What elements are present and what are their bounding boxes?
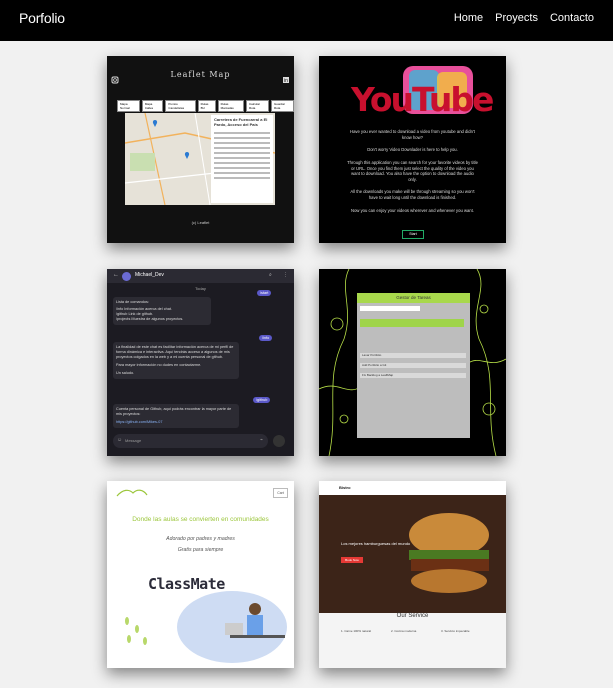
bot-message: Lista de comandos: /info Información ace… xyxy=(113,297,211,325)
project-card-task-manager[interactable]: Gestor de Tareas Lavar Portfolio Add Por… xyxy=(319,269,506,456)
restaurant-hero xyxy=(319,495,506,613)
leaflet-tab: Puntos Candelistas xyxy=(165,100,196,112)
bot-message: Cuenta personal de Github, aquí podrás e… xyxy=(113,404,239,428)
microphone-icon[interactable] xyxy=(273,435,285,447)
classmate-cart-button[interactable]: Cart xyxy=(273,488,288,498)
classmate-title: ClassMate xyxy=(148,575,225,593)
service-item: 1. Carne 100% natural xyxy=(341,629,372,633)
leaflet-tab: Rutas BU xyxy=(197,100,216,112)
restaurant-hero-text: Los mejores hamburguesas del mundo xyxy=(341,541,411,546)
project-card-classmate[interactable]: Cart Donde las aulas se convierten en co… xyxy=(107,481,294,668)
task-app-window: Gestor de Tareas Lavar Portfolio Add Por… xyxy=(357,293,470,438)
top-navbar: Porfolio Home Proyects Contacto xyxy=(0,0,613,41)
burger-photo xyxy=(319,495,506,613)
service-item: 2. Cocina moderna xyxy=(391,629,417,633)
bot-message-line: Cuenta personal de Github, aquí podrás e… xyxy=(116,407,232,416)
task-row[interactable]: Add Portfolio a Git xyxy=(360,363,466,368)
leaflet-tab: Calcular Ruta xyxy=(246,100,269,112)
bot-message-line: Lista de comandos: xyxy=(116,300,149,304)
bot-message-line: La finalidad de este chat es facilitar i… xyxy=(116,345,234,359)
task-row[interactable]: Lavar Portfolio xyxy=(360,353,466,358)
project-card-youtube-downloader[interactable]: YouTube Have you ever wanted to download… xyxy=(319,56,506,243)
leaflet-tab: Guardar Ruta xyxy=(271,100,294,112)
project-card-restaurant[interactable]: Bistro Los mejores hamburguesas del mund… xyxy=(319,481,506,668)
youtube-logo-text: YouTube xyxy=(351,80,494,119)
route-panel: Carretera de Fuencarral a El Pardo, Acce… xyxy=(211,115,273,203)
more-icon[interactable]: ⋮ xyxy=(283,272,288,278)
back-arrow-icon[interactable]: ← xyxy=(113,272,119,278)
task-app-title: Gestor de Tareas xyxy=(357,293,470,303)
youtube-start-button[interactable]: Start xyxy=(402,230,424,239)
bot-message-line: Para mayor información no dudes en conta… xyxy=(116,363,202,367)
youtube-logo: YouTube xyxy=(351,64,494,119)
restaurant-book-button[interactable]: Book Now xyxy=(341,557,363,563)
attach-icon[interactable]: ⌁ xyxy=(260,437,263,443)
my-message: /github xyxy=(253,397,271,403)
leaflet-footer: (c) Leaflet xyxy=(191,220,210,225)
leaflet-tab: Mapa Calles xyxy=(141,100,164,112)
nav-link-home[interactable]: Home xyxy=(454,12,483,24)
project-card-leaflet-map[interactable]: in Leaflet Map Mapa Normal Mapa Calles P… xyxy=(107,56,294,243)
leaflet-tab: Mapa Normal xyxy=(117,100,140,112)
person-at-desk-illustration xyxy=(225,603,285,638)
emoji-icon[interactable]: ☺ xyxy=(117,437,122,443)
classmate-tagline: Gratis para siempre xyxy=(177,547,224,553)
project-card-chat-bot[interactable]: ← Michael_Dev ⌕ ⋮ Today /start Lista de … xyxy=(107,269,294,456)
bot-message-line: Un saludo. xyxy=(116,371,135,375)
route-title: Carretera de Fuencarral a El Pardo, Acce… xyxy=(214,117,268,127)
youtube-text-4: All the downloads you make will be throu… xyxy=(350,189,475,200)
search-icon[interactable]: ⌕ xyxy=(269,272,272,278)
nav-links: Home Proyects Contacto xyxy=(454,12,594,24)
leaflet-title: Leaflet Map xyxy=(170,70,231,79)
restaurant-section-title: Our Service xyxy=(396,613,429,619)
leaflet-tab: Rutas Marcadas xyxy=(217,100,244,112)
youtube-text-1: Have you ever wanted to download a video… xyxy=(350,129,475,140)
nav-link-contacto[interactable]: Contacto xyxy=(550,12,594,24)
brand-title[interactable]: Porfolio xyxy=(19,10,65,26)
classmate-subtitle: Donde las aulas se convierten en comunid… xyxy=(132,516,269,523)
classmate-tagline: Adorado por padres y madres xyxy=(166,536,235,542)
chat-header: ← Michael_Dev ⌕ ⋮ xyxy=(107,269,294,283)
task-input[interactable] xyxy=(360,306,420,311)
message-input[interactable]: Message xyxy=(113,434,268,448)
chat-contact-name: Michael_Dev xyxy=(135,272,164,278)
leaf-decoration xyxy=(125,617,147,645)
youtube-text-5: Now you can enjoy your videos wherever a… xyxy=(351,208,474,213)
github-link[interactable]: https://github.com/Mikes-07 xyxy=(116,420,236,425)
bot-message: La finalidad de este chat es facilitar i… xyxy=(113,342,239,379)
my-message: /start xyxy=(257,290,272,296)
service-item: 3. Servicio impecable xyxy=(441,629,470,633)
youtube-text-3: Through this application you can search … xyxy=(347,160,478,182)
nav-link-proyects[interactable]: Proyects xyxy=(495,12,538,24)
classmate-logo xyxy=(116,489,148,497)
avatar xyxy=(122,272,131,281)
leaflet-tabs: Mapa Normal Mapa Calles Puntos Candelist… xyxy=(117,100,294,112)
task-add-bar[interactable] xyxy=(360,319,464,327)
task-row[interactable]: Fix Backlog a LeaflMap xyxy=(360,373,466,378)
youtube-text-2: Don't worry Video Downlader is here to h… xyxy=(367,147,458,152)
restaurant-nav: Bistro xyxy=(319,481,506,495)
my-message: /info xyxy=(259,335,273,341)
bot-message-line: /projects Muestra de algunos proyectos. xyxy=(116,317,184,321)
